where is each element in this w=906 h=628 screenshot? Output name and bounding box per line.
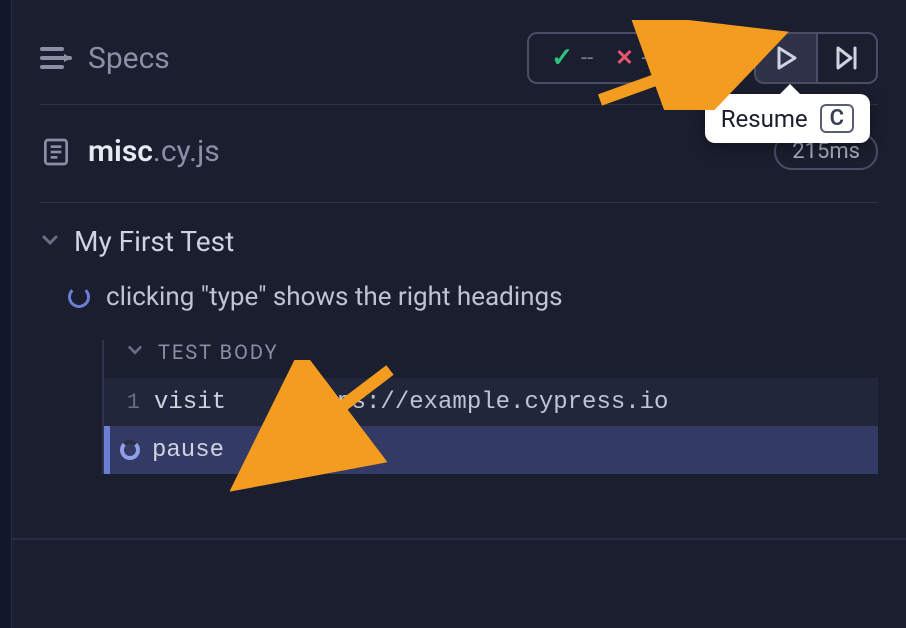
pending-icon	[676, 48, 696, 68]
chevron-down-icon	[40, 230, 60, 254]
spec-ext: .cy.js	[153, 134, 220, 169]
stat-pending-value: --	[704, 46, 716, 71]
command-row-active[interactable]: pause	[104, 426, 878, 474]
spec-name: misc.cy.js	[88, 134, 220, 169]
bottom-divider	[12, 538, 906, 540]
topbar: Specs ✓ -- ✕ -- --	[40, 22, 878, 94]
play-icon	[773, 45, 799, 71]
specs-menu-icon	[40, 45, 74, 71]
stat-passed-value: --	[581, 46, 593, 71]
spec-basename: misc	[88, 134, 153, 169]
tooltip-label: Resume	[721, 105, 808, 133]
command-log: 1 visit https://example.cypress.io pause	[104, 378, 878, 474]
tooltip-shortcut: C	[820, 104, 854, 133]
check-icon: ✓	[551, 43, 573, 73]
command-name: pause	[152, 437, 292, 464]
left-rail	[0, 0, 12, 628]
cross-icon: ✕	[615, 46, 633, 71]
stat-passed: ✓ --	[551, 43, 593, 73]
test-stats: ✓ -- ✕ -- --	[527, 32, 740, 84]
step-button[interactable]	[816, 32, 878, 84]
file-icon	[40, 136, 72, 168]
stat-failed: ✕ --	[615, 46, 654, 71]
topbar-right: ✓ -- ✕ -- --	[527, 32, 878, 84]
resume-tooltip: Resume C	[705, 94, 870, 143]
page-title: Specs	[88, 41, 170, 76]
resume-button[interactable]	[754, 32, 816, 84]
command-number: 1	[114, 390, 154, 415]
it-row[interactable]: clicking "type" shows the right headings	[68, 282, 878, 312]
command-row[interactable]: 1 visit https://example.cypress.io	[104, 378, 878, 426]
step-icon	[834, 45, 860, 71]
it-title: clicking "type" shows the right headings	[106, 282, 563, 312]
test-body: TEST BODY 1 visit https://example.cypres…	[102, 340, 878, 474]
describe-row[interactable]: My First Test	[40, 225, 878, 258]
stat-failed-value: --	[642, 46, 654, 71]
spec-file[interactable]: misc.cy.js	[40, 134, 220, 169]
specs-heading: Specs	[40, 41, 170, 76]
divider	[40, 202, 878, 203]
running-spinner-icon	[120, 440, 140, 460]
chevron-down-icon	[126, 341, 144, 363]
stat-pending: --	[676, 46, 716, 71]
command-arg: https://example.cypress.io	[294, 389, 668, 416]
runner-panel: Specs ✓ -- ✕ -- --	[12, 0, 906, 474]
running-spinner-icon	[68, 286, 90, 308]
command-name: visit	[154, 389, 294, 416]
describe-title: My First Test	[74, 225, 234, 258]
playback-controls	[754, 32, 878, 84]
test-body-header[interactable]: TEST BODY	[104, 340, 878, 378]
test-body-label: TEST BODY	[158, 340, 279, 364]
